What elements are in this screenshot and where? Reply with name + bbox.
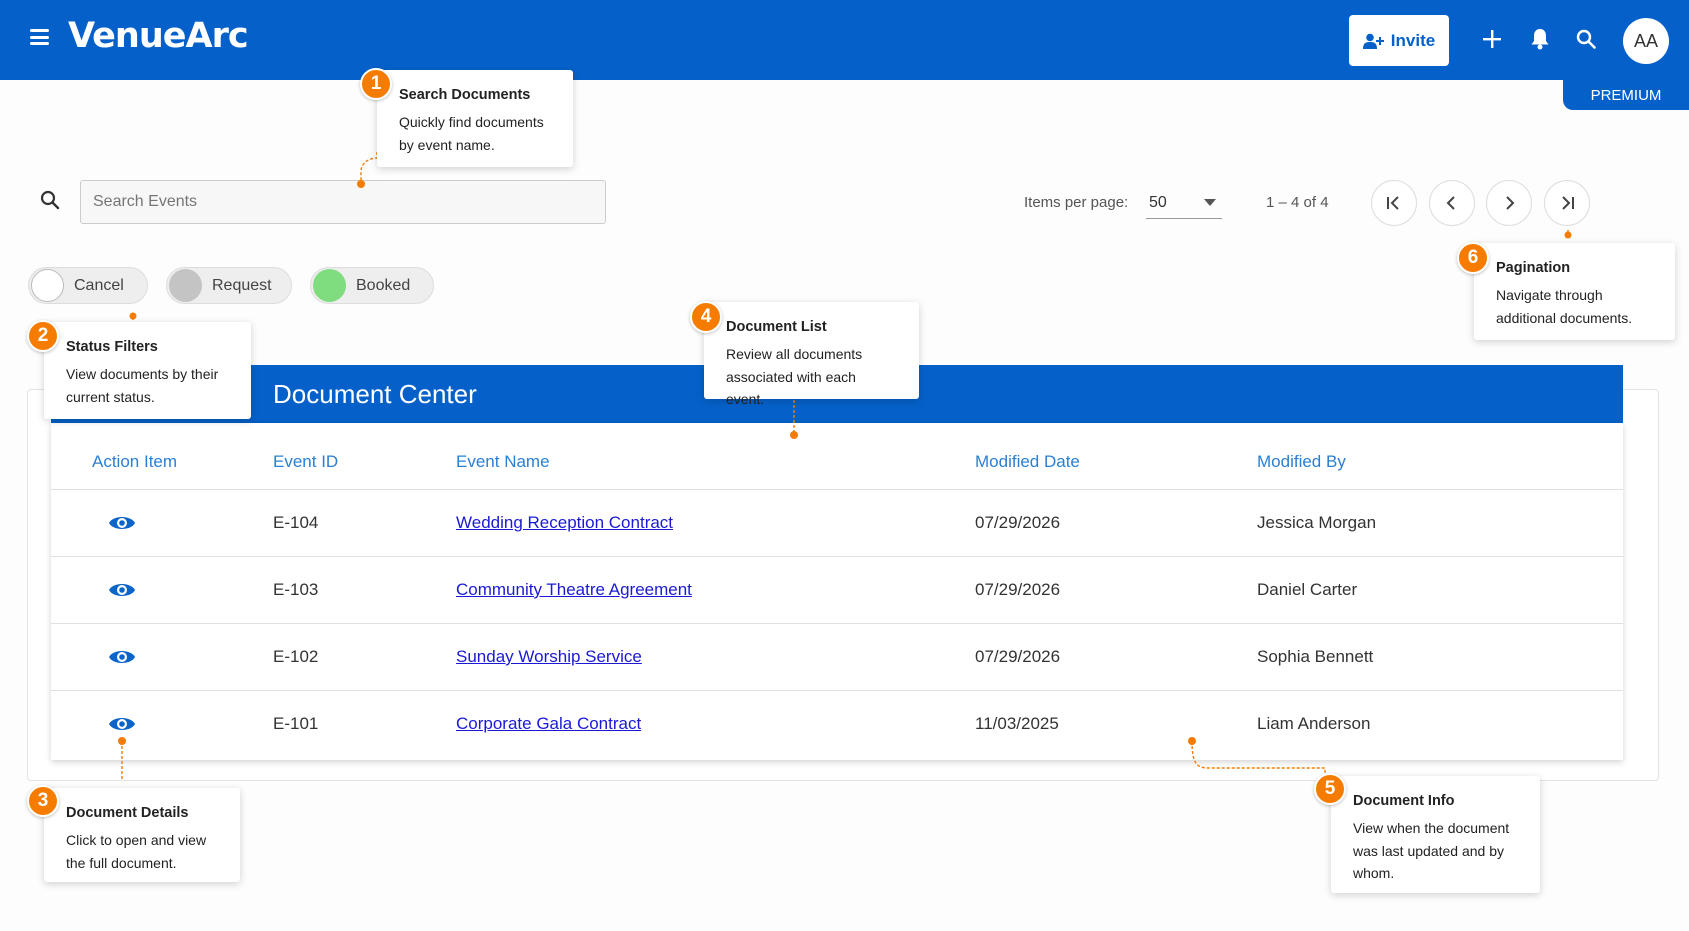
column-header-event-name[interactable]: Event Name: [456, 452, 550, 472]
callout-pagination: Pagination Navigate through additional d…: [1474, 243, 1675, 340]
callout-number-badge: 4: [690, 301, 722, 333]
callout-text-line: whom.: [1353, 864, 1395, 881]
callout-title: Pagination: [1496, 260, 1571, 276]
bell-icon[interactable]: [1525, 24, 1555, 54]
column-header-action-item[interactable]: Action Item: [92, 452, 177, 472]
next-page-button[interactable]: [1486, 180, 1532, 226]
event-id: E-101: [273, 714, 319, 733]
filter-chip-booked[interactable]: Booked: [310, 267, 434, 304]
view-document-eye-icon[interactable]: [108, 580, 136, 600]
callout-title: Document List: [726, 319, 827, 335]
last-page-icon: [1562, 196, 1574, 210]
callout-title: Status Filters: [66, 339, 158, 355]
modified-by: Sophia Bennett: [1257, 647, 1374, 666]
view-document-eye-icon[interactable]: [108, 714, 136, 734]
document-center-title: Document Center: [273, 379, 477, 409]
modified-by: Liam Anderson: [1257, 714, 1371, 733]
prev-page-icon: [1446, 196, 1455, 210]
callout-text-line: current status.: [66, 388, 155, 405]
prev-page-button[interactable]: [1429, 180, 1475, 226]
next-page-icon: [1506, 196, 1515, 210]
view-document-eye-icon[interactable]: [108, 513, 136, 533]
search-events-field[interactable]: [80, 180, 606, 224]
modified-date: 07/29/2026: [975, 647, 1061, 666]
user-avatar[interactable]: AA: [1623, 18, 1669, 64]
callout-text-line: additional documents.: [1496, 309, 1633, 326]
callout-text-line: was last updated and by: [1353, 842, 1504, 859]
filter-chip-request[interactable]: Request: [166, 267, 292, 304]
modified-date: 07/29/2026: [975, 513, 1061, 532]
callout-text-line: Click to open and view: [66, 832, 207, 849]
callout-document-list: Document List Review all documents assoc…: [704, 302, 919, 407]
event-name-link[interactable]: Wedding Reception Contract: [456, 513, 673, 533]
callout-title: Search Documents: [399, 87, 531, 103]
search-icon: [40, 190, 60, 215]
callout-text-line: by event name.: [399, 136, 495, 153]
callout-number-badge: 1: [360, 68, 392, 100]
callout-search-documents: Search Documents Quickly find documents …: [377, 70, 573, 167]
items-per-page-label: Items per page:: [1024, 194, 1129, 211]
modified-date: 07/29/2026: [975, 580, 1061, 599]
callout-document-info: Document Info View when the document was…: [1331, 776, 1540, 893]
callout-document-details: Document Details Click to open and view …: [44, 788, 240, 882]
callout-number-badge: 3: [27, 785, 59, 817]
callout-text-line: Navigate through: [1496, 287, 1603, 304]
items-per-page-value: 50: [1149, 194, 1167, 211]
filter-chip-cancel[interactable]: Cancel: [28, 267, 148, 304]
column-header-event-id[interactable]: Event ID: [273, 452, 338, 472]
app-logo[interactable]: VenueArc: [68, 16, 249, 56]
callout-text-line: View documents by their: [66, 366, 219, 383]
first-page-icon: [1387, 196, 1399, 210]
callout-text-line: Quickly find documents: [399, 114, 544, 131]
event-id: E-102: [273, 647, 319, 666]
callout-text-line: associated with each event.: [726, 368, 856, 407]
invite-label: Invite: [1390, 30, 1436, 50]
callout-title: Document Details: [66, 805, 189, 821]
callout-text-line: the full document.: [66, 854, 177, 871]
callout-number-badge: 2: [27, 320, 59, 352]
search-icon[interactable]: [1571, 24, 1601, 54]
callout-text-line: View when the document: [1353, 820, 1510, 837]
search-events-input[interactable]: [81, 181, 605, 223]
status-dot-cancel: [31, 269, 64, 302]
event-name-link[interactable]: Corporate Gala Contract: [456, 714, 641, 734]
items-per-page-select[interactable]: 50: [1146, 185, 1222, 219]
chevron-down-icon: [1204, 199, 1216, 206]
modified-by: Daniel Carter: [1257, 580, 1358, 599]
view-document-eye-icon[interactable]: [108, 647, 136, 667]
pagination-range: 1 – 4 of 4: [1266, 194, 1329, 211]
callout-status-filters: Status Filters View documents by their c…: [44, 322, 251, 419]
last-page-button[interactable]: [1544, 180, 1590, 226]
callout-number-badge: 6: [1457, 242, 1489, 274]
filter-chip-label: Booked: [356, 276, 411, 294]
callout-number-badge: 5: [1314, 773, 1346, 805]
plus-icon[interactable]: [1477, 24, 1507, 54]
modified-by: Jessica Morgan: [1257, 513, 1377, 532]
event-id: E-103: [273, 580, 319, 599]
column-header-modified-by[interactable]: Modified By: [1257, 452, 1346, 472]
event-name-link[interactable]: Sunday Worship Service: [456, 647, 642, 667]
menu-icon[interactable]: [30, 29, 49, 45]
filter-chip-label: Cancel: [74, 276, 124, 294]
event-id: E-104: [273, 513, 319, 532]
event-name-link[interactable]: Community Theatre Agreement: [456, 580, 692, 600]
first-page-button[interactable]: [1371, 180, 1417, 226]
status-dot-request: [169, 269, 202, 302]
top-app-bar: VenueArc Invite AA: [0, 0, 1689, 80]
modified-date: 11/03/2025: [975, 714, 1059, 733]
callout-title: Document Info: [1353, 793, 1455, 809]
column-header-modified-date[interactable]: Modified Date: [975, 452, 1080, 472]
callout-text-line: Review all documents: [726, 346, 863, 363]
filter-chip-label: Request: [212, 276, 272, 294]
invite-user-icon: [1362, 33, 1384, 49]
status-dot-booked: [313, 269, 346, 302]
invite-button[interactable]: Invite: [1349, 15, 1449, 66]
premium-badge: PREMIUM: [1563, 80, 1689, 110]
